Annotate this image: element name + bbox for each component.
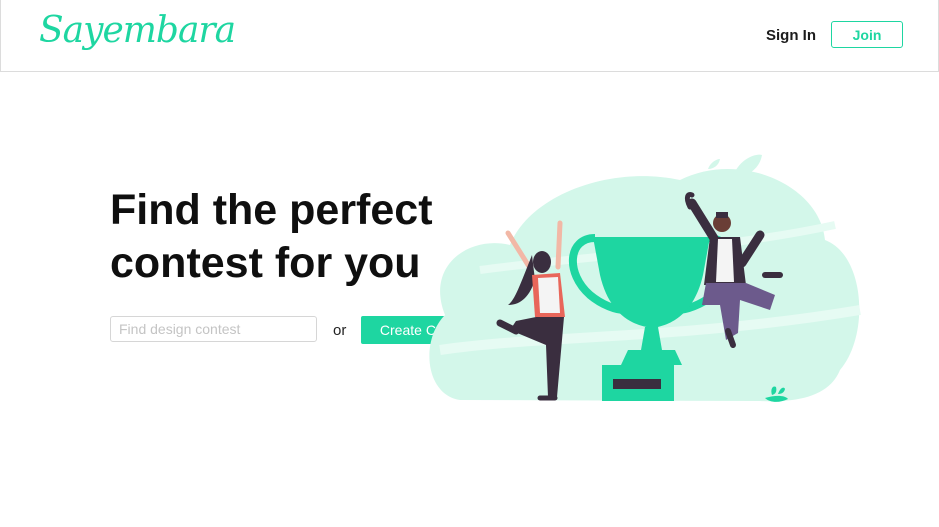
contest-search-input[interactable] [110, 316, 317, 342]
hero-title: Find the perfect contest for you [110, 184, 450, 290]
top-navbar: Sayembara Sign In Join [0, 0, 939, 72]
brand-logo[interactable]: Sayembara [39, 10, 236, 51]
hero-title-line-2: contest for you [110, 239, 421, 287]
hero-title-line-1: Find the perfect [110, 186, 433, 234]
join-button[interactable]: Join [831, 21, 903, 48]
leaf-icon [708, 159, 720, 169]
sign-in-link[interactable]: Sign In [766, 27, 816, 44]
celebration-trophy-illustration [429, 154, 861, 402]
or-separator: or [333, 322, 347, 339]
